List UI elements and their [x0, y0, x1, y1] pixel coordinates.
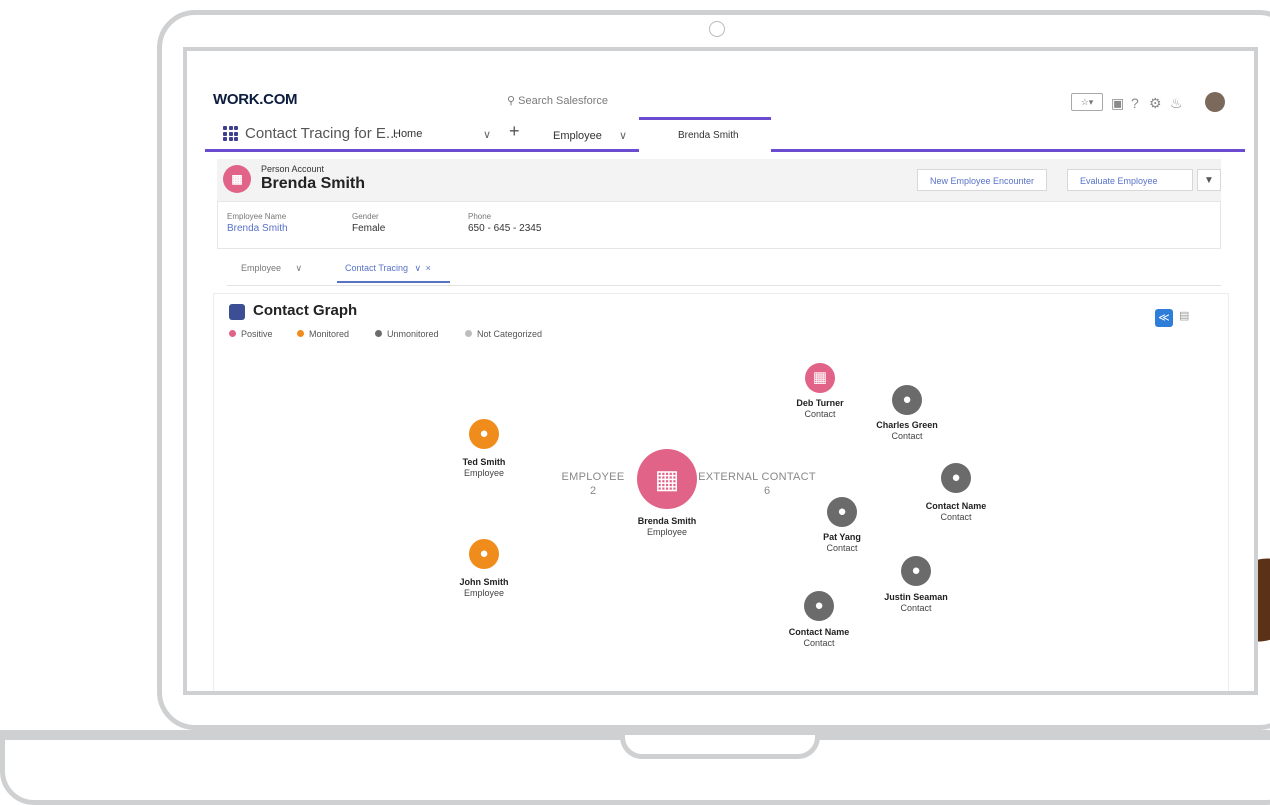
contact-graph-icon — [229, 304, 245, 320]
node-type: Contact — [891, 431, 923, 441]
laptop-notch — [620, 735, 820, 759]
tab-contact-tracing[interactable]: Contact Tracing ∨ × — [345, 263, 431, 274]
contact-node-person-icon[interactable]: ● — [901, 556, 931, 586]
chevron-down-icon: ∨ — [295, 263, 303, 273]
contact-node-person-icon[interactable]: ● — [941, 463, 971, 493]
field-value-phone: 650 - 645 - 2345 — [468, 223, 542, 234]
contact-node-person-icon[interactable]: ● — [827, 497, 857, 527]
legend-monitored: Monitored — [297, 329, 349, 339]
share-icon[interactable]: ≪ — [1155, 309, 1173, 327]
legend-label: Not Categorized — [477, 329, 543, 339]
node-type: Contact — [826, 543, 858, 553]
employee-node-person-icon[interactable]: ● — [469, 539, 499, 569]
record-type-label: Person Account — [261, 164, 325, 174]
tab-employee-label: Employee — [241, 263, 282, 273]
add-tab-button[interactable]: + — [509, 121, 520, 142]
nav-item-home[interactable]: Home — [393, 128, 422, 140]
app-name: Contact Tracing for E... — [245, 125, 399, 142]
setup-gear-icon[interactable]: ⚙ — [1149, 95, 1162, 112]
employee-node-person-icon[interactable]: ● — [469, 419, 499, 449]
nav-employee-label: Employee — [553, 130, 602, 142]
tab-employee[interactable]: Employee ∨ — [241, 263, 302, 274]
legend-label: Positive — [241, 329, 273, 339]
legend-label: Monitored — [309, 329, 350, 339]
legend-not-categorized: Not Categorized — [465, 329, 542, 339]
field-value-employee-name[interactable]: Brenda Smith — [227, 223, 288, 234]
legend-label: Unmonitored — [387, 329, 439, 339]
nav-home-label: Home — [393, 128, 423, 140]
node-name: John Smith — [459, 577, 509, 587]
new-employee-encounter-button[interactable]: New Employee Encounter — [917, 169, 1048, 191]
tab-contact-tracing-label: Contact Tracing — [345, 263, 409, 273]
node-type: Employee — [463, 588, 505, 598]
field-label-phone: Phone — [468, 212, 492, 221]
node-name: Contact Name — [925, 501, 987, 511]
list-view-icon[interactable]: ▤ — [1179, 309, 1189, 322]
chevron-down-icon: ∨ — [618, 130, 628, 142]
tab-label: Brenda Smith — [678, 130, 739, 141]
legend-unmonitored: Unmonitored — [375, 329, 439, 339]
camera-icon — [709, 21, 725, 37]
nav-item-employee[interactable]: Employee ∨ — [553, 129, 627, 142]
node-type: Contact — [940, 512, 972, 522]
center-node-person-account-icon[interactable]: ▦ — [637, 449, 697, 509]
center-node-type: Employee — [646, 527, 688, 537]
close-icon[interactable]: × — [426, 263, 431, 273]
group-label-employee: EMPLOYEE — [561, 471, 625, 483]
node-name: Deb Turner — [796, 398, 844, 408]
search-icon: ⚲ — [507, 95, 516, 107]
contact-node-person-account-icon[interactable]: ▦ — [805, 363, 835, 393]
search-placeholder: Search Salesforce — [518, 95, 609, 107]
more-actions-chevron-icon[interactable]: ▼ — [1197, 169, 1221, 191]
user-avatar[interactable] — [1205, 92, 1225, 112]
notification-bell-icon[interactable]: ♨ — [1170, 95, 1183, 112]
node-name: Charles Green — [876, 420, 938, 430]
legend-positive: Positive — [229, 329, 273, 339]
app-launcher-icon[interactable] — [223, 126, 238, 141]
node-name: Pat Yang — [823, 532, 861, 542]
node-type: Employee — [463, 468, 505, 478]
contact-node-person-icon[interactable]: ● — [892, 385, 922, 415]
global-search[interactable]: ⚲ Search Salesforce — [507, 94, 608, 107]
contact-node-person-icon[interactable]: ● — [804, 591, 834, 621]
favorites-icon[interactable]: ☆▾ — [1071, 93, 1103, 111]
node-name: Ted Smith — [462, 457, 506, 467]
group-count-employee: 2 — [589, 485, 597, 497]
node-type: Contact — [803, 638, 835, 648]
chevron-down-icon: ∨ — [414, 263, 422, 273]
node-name: Justin Seaman — [884, 592, 948, 602]
help-icon[interactable]: ? — [1131, 95, 1139, 111]
active-subtab-indicator — [337, 281, 450, 283]
person-account-icon: ▦ — [223, 165, 251, 193]
laptop-screen: WORK.COM ⚲ Search Salesforce ☆▾ ▣ ? ⚙ ♨ … — [183, 47, 1258, 695]
node-name: Contact Name — [788, 627, 850, 637]
field-label-employee-name: Employee Name — [227, 212, 287, 221]
field-label-gender: Gender — [352, 212, 379, 221]
node-type: Contact — [804, 409, 836, 419]
add-icon[interactable]: ▣ — [1111, 95, 1124, 112]
group-label-external: EXTERNAL CONTACT — [698, 471, 816, 483]
node-type: Contact — [900, 603, 932, 613]
center-node-name: Brenda Smith — [637, 516, 697, 526]
record-name: Brenda Smith — [261, 175, 366, 192]
chevron-down-icon[interactable]: ∨ — [483, 128, 491, 141]
field-value-gender: Female — [352, 223, 386, 234]
contact-graph-title: Contact Graph — [253, 302, 358, 319]
group-count-external: 6 — [763, 485, 771, 497]
work-com-logo: WORK.COM — [213, 91, 298, 108]
evaluate-employee-button[interactable]: Evaluate Employee — [1067, 169, 1193, 191]
